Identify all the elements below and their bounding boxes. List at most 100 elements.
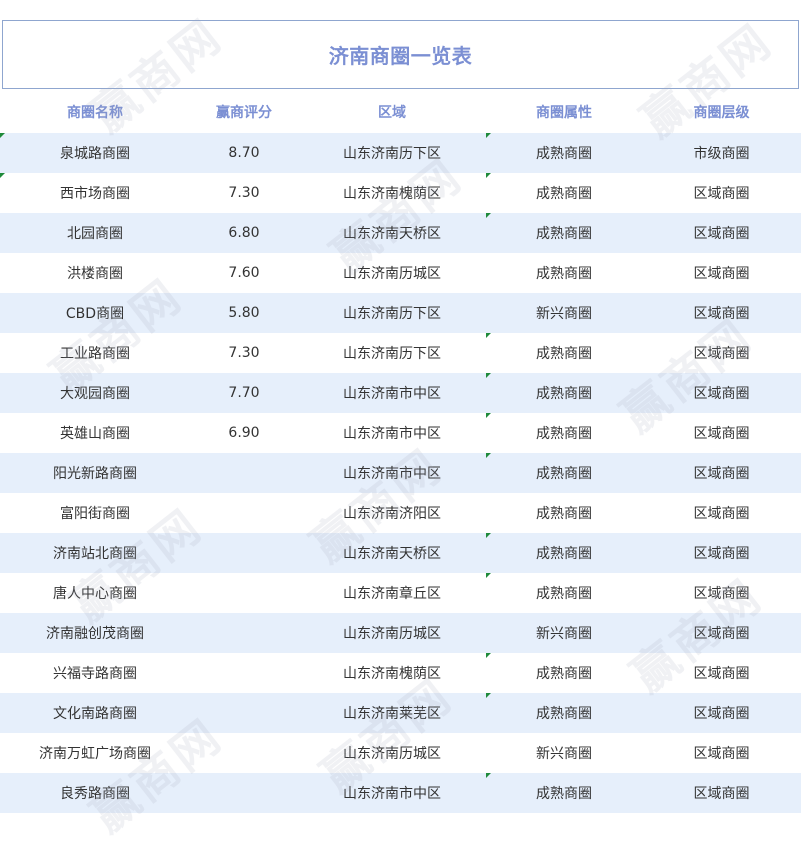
cell-district-name: 洪楼商圈 — [0, 253, 190, 293]
cell-region: 山东济南市中区 — [298, 453, 486, 493]
cell-level: 区域商圈 — [642, 733, 801, 773]
cell-attribute: 成熟商圈 — [486, 253, 642, 293]
cell-score — [190, 693, 298, 733]
cell-level: 区域商圈 — [642, 453, 801, 493]
table-header-row: 商圈名称 赢商评分 区域 商圈属性 商圈层级 — [0, 91, 801, 133]
cell-level-text: 区域商圈 — [693, 746, 750, 762]
cell-score-text: 6.80 — [228, 225, 260, 241]
table-row: 北园商圈 6.80 山东济南天桥区 成熟商圈 区域商圈 — [0, 213, 801, 253]
cell-region: 山东济南市中区 — [298, 413, 486, 453]
cell-district-name-text: 大观园商圈 — [60, 386, 130, 402]
table-row: 西市场商圈 7.30 山东济南槐荫区 成熟商圈 区域商圈 — [0, 173, 801, 213]
cell-attribute-text: 成熟商圈 — [536, 546, 592, 562]
cell-level-text: 区域商圈 — [693, 186, 750, 202]
cell-district-name-text: CBD商圈 — [65, 306, 125, 322]
cell-score: 8.70 — [190, 133, 298, 173]
table-row: 唐人中心商圈 山东济南章丘区 成熟商圈 区域商圈 — [0, 573, 801, 613]
cell-attribute-text: 成熟商圈 — [536, 226, 592, 242]
header-level: 商圈层级 — [693, 105, 750, 121]
table-row: CBD商圈 5.80 山东济南历下区 新兴商圈 区域商圈 — [0, 293, 801, 333]
cell-district-name-text: 济南融创茂商圈 — [46, 626, 144, 642]
cell-district-name-text: 工业路商圈 — [60, 346, 130, 362]
table-row: 英雄山商圈 6.90 山东济南市中区 成熟商圈 区域商圈 — [0, 413, 801, 453]
cell-region-text: 山东济南天桥区 — [343, 546, 441, 562]
cell-attribute: 成熟商圈 — [486, 693, 642, 733]
cell-score — [190, 653, 298, 693]
cell-region-text: 山东济南市中区 — [343, 386, 441, 402]
cell-attribute-text: 新兴商圈 — [536, 746, 592, 762]
table-title-box: 济南商圈一览表 — [2, 20, 799, 89]
cell-attribute-text: 成熟商圈 — [536, 146, 592, 162]
cell-region-text: 山东济南市中区 — [343, 466, 441, 482]
cell-district-name: 良秀路商圈 — [0, 773, 190, 813]
cell-attribute-text: 成熟商圈 — [536, 786, 592, 802]
cell-district-name: 阳光新路商圈 — [0, 453, 190, 493]
cell-attribute: 成熟商圈 — [486, 773, 642, 813]
cell-region-text: 山东济南历城区 — [343, 266, 441, 282]
cell-attribute: 成熟商圈 — [486, 213, 642, 253]
cell-score-text: 7.60 — [228, 265, 260, 281]
cell-level-text: 区域商圈 — [693, 666, 750, 682]
cell-score — [190, 773, 298, 813]
table-row: 大观园商圈 7.70 山东济南市中区 成熟商圈 区域商圈 — [0, 373, 801, 413]
cell-level-text: 区域商圈 — [693, 786, 750, 802]
cell-attribute-text: 成熟商圈 — [536, 706, 592, 722]
cell-score — [190, 613, 298, 653]
cell-score: 7.30 — [190, 173, 298, 213]
cell-comment-marker — [486, 453, 491, 458]
cell-comment-marker — [486, 573, 491, 578]
cell-level-text: 区域商圈 — [693, 466, 750, 482]
cell-comment-marker — [0, 173, 5, 178]
cell-region: 山东济南天桥区 — [298, 533, 486, 573]
cell-level-text: 区域商圈 — [693, 546, 750, 562]
table-row: 济南融创茂商圈 山东济南历城区 新兴商圈 区域商圈 — [0, 613, 801, 653]
cell-district-name: 泉城路商圈 — [0, 133, 190, 173]
cell-region-text: 山东济南历城区 — [343, 626, 441, 642]
cell-score-text: 7.30 — [228, 185, 260, 201]
table-row: 泉城路商圈 8.70 山东济南历下区 成熟商圈 市级商圈 — [0, 133, 801, 173]
cell-region: 山东济南莱芜区 — [298, 693, 486, 733]
cell-score — [190, 453, 298, 493]
cell-comment-marker — [486, 413, 491, 418]
cell-district-name-text: 阳光新路商圈 — [53, 466, 137, 482]
cell-level-text: 区域商圈 — [693, 706, 750, 722]
cell-level-text: 区域商圈 — [693, 306, 750, 322]
cell-attribute: 成熟商圈 — [486, 453, 642, 493]
cell-district-name-text: 唐人中心商圈 — [53, 586, 137, 602]
cell-district-name: 济南融创茂商圈 — [0, 613, 190, 653]
cell-district-name-text: 北园商圈 — [67, 226, 123, 242]
cell-region-text: 山东济南槐荫区 — [343, 186, 441, 202]
cell-district-name: 英雄山商圈 — [0, 413, 190, 453]
cell-level: 区域商圈 — [642, 573, 801, 613]
cell-region-text: 山东济南槐荫区 — [343, 666, 441, 682]
cell-region: 山东济南历下区 — [298, 133, 486, 173]
cell-attribute-text: 新兴商圈 — [536, 626, 592, 642]
table-row: 富阳街商圈 山东济南济阳区 成熟商圈 区域商圈 — [0, 493, 801, 533]
header-score: 赢商评分 — [216, 105, 272, 121]
table-row: 洪楼商圈 7.60 山东济南历城区 成熟商圈 区域商圈 — [0, 253, 801, 293]
cell-attribute-text: 成熟商圈 — [536, 586, 592, 602]
cell-region-text: 山东济南历下区 — [343, 346, 441, 362]
table-row: 阳光新路商圈 山东济南市中区 成熟商圈 区域商圈 — [0, 453, 801, 493]
cell-level-text: 区域商圈 — [693, 346, 750, 362]
cell-district-name-text: 济南万虹广场商圈 — [39, 746, 151, 762]
cell-attribute-text: 成熟商圈 — [536, 346, 592, 362]
cell-attribute-text: 成熟商圈 — [536, 386, 592, 402]
cell-attribute: 新兴商圈 — [486, 613, 642, 653]
cell-region-text: 山东济南市中区 — [343, 786, 441, 802]
cell-level: 区域商圈 — [642, 613, 801, 653]
cell-district-name: 北园商圈 — [0, 213, 190, 253]
cell-comment-marker — [486, 693, 491, 698]
cell-comment-marker — [486, 773, 491, 778]
cell-attribute: 成熟商圈 — [486, 173, 642, 213]
cell-district-name-text: 文化南路商圈 — [53, 706, 137, 722]
cell-attribute-text: 成熟商圈 — [536, 466, 592, 482]
cell-region: 山东济南历下区 — [298, 333, 486, 373]
cell-level: 区域商圈 — [642, 493, 801, 533]
cell-level-text: 区域商圈 — [693, 266, 750, 282]
cell-level: 区域商圈 — [642, 693, 801, 733]
cell-district-name-text: 兴福寺路商圈 — [53, 666, 137, 682]
cell-attribute: 成熟商圈 — [486, 333, 642, 373]
cell-district-name: 唐人中心商圈 — [0, 573, 190, 613]
cell-region-text: 山东济南历下区 — [343, 306, 441, 322]
